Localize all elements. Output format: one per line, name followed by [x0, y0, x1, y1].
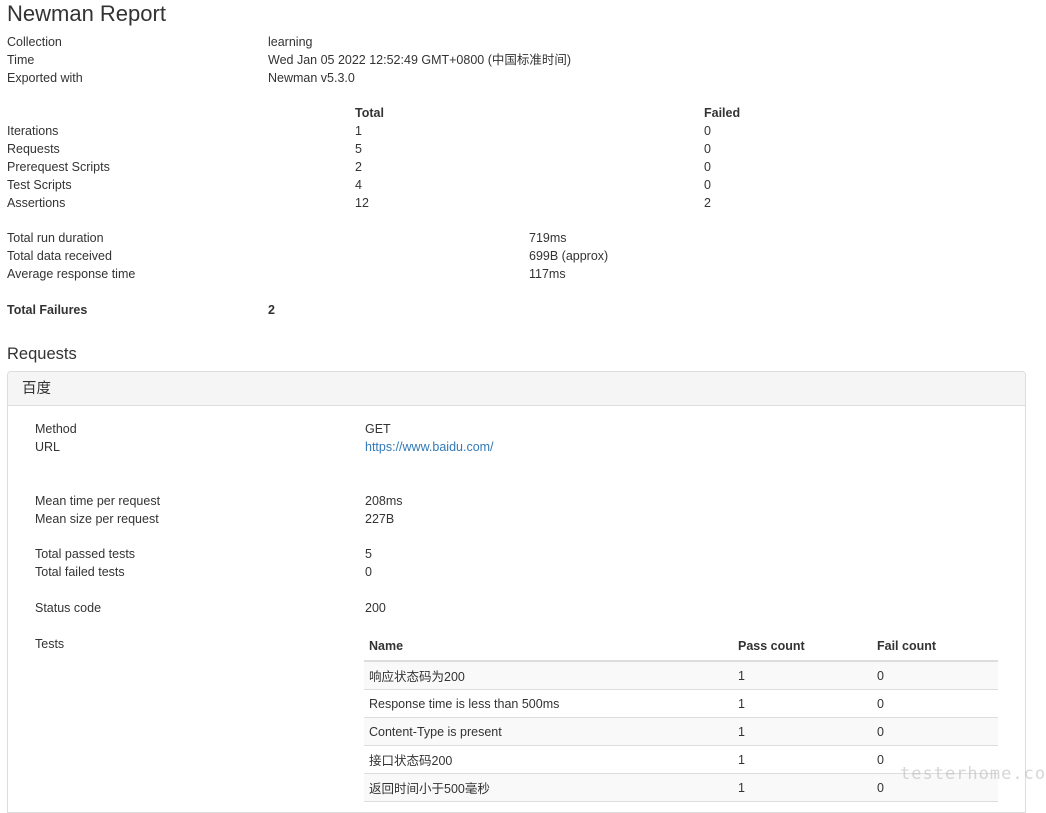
tests-label: Tests: [35, 637, 65, 651]
summary-failed-prerequest: 0: [704, 160, 711, 174]
meta-value-time: Wed Jan 05 2022 12:52:49 GMT+0800 (中国标准时…: [268, 53, 572, 67]
test-pass-count: 1: [733, 717, 872, 746]
test-name: Content-Type is present: [364, 717, 733, 746]
summary-header-total: Total: [355, 106, 384, 120]
timing-value-avg: 117ms: [529, 267, 566, 281]
summary-failed-assertions: 2: [704, 196, 711, 210]
meta-label-collection: Collection: [7, 35, 62, 49]
timing-label-avg: Average response time: [7, 267, 136, 281]
test-pass-count: 1: [733, 745, 872, 774]
request-panel-heading[interactable]: 百度: [8, 372, 1025, 406]
test-pass-count: 1: [733, 661, 872, 690]
request-panel: 百度 Method GET URL https://www.baidu.com/…: [7, 371, 1026, 813]
table-row: Content-Type is present 1 0: [364, 717, 998, 746]
test-fail-count: 0: [872, 689, 998, 718]
test-pass-count: 1: [733, 689, 872, 718]
total-failures-value: 2: [268, 303, 275, 317]
summary-label-test-scripts: Test Scripts: [7, 178, 72, 192]
status-code-value: 200: [365, 601, 386, 615]
meta-value-exported: Newman v5.3.0: [268, 71, 355, 85]
meta-value-collection: learning: [268, 35, 313, 49]
total-failures-label: Total Failures: [7, 303, 88, 317]
mean-time-label: Mean time per request: [35, 494, 161, 508]
watermark: testerhome.com: [900, 764, 1046, 784]
test-name: Response time is less than 500ms: [364, 689, 733, 718]
summary-total-requests: 5: [355, 142, 362, 156]
mean-size-value: 227B: [365, 512, 395, 526]
test-name: 接口状态码200: [364, 745, 733, 774]
request-method-value: GET: [365, 422, 391, 436]
meta-label-time: Time: [7, 53, 35, 67]
test-fail-count: 0: [872, 717, 998, 746]
timing-value-data: 699B (approx): [529, 249, 609, 263]
test-name: 响应状态码为200: [364, 661, 733, 690]
summary-failed-test-scripts: 0: [704, 178, 711, 192]
failed-tests-value: 0: [365, 565, 372, 579]
tests-header-fail: Fail count: [872, 631, 998, 662]
page-title: Newman Report: [7, 1, 166, 26]
test-pass-count: 1: [733, 773, 872, 802]
summary-total-assertions: 12: [355, 196, 369, 210]
summary-label-requests: Requests: [7, 142, 60, 156]
test-fail-count: 0: [872, 661, 998, 690]
summary-label-iterations: Iterations: [7, 124, 59, 138]
summary-label-prerequest: Prerequest Scripts: [7, 160, 110, 174]
test-name: 返回时间小于500毫秒: [364, 773, 733, 802]
meta-label-exported: Exported with: [7, 71, 83, 85]
timing-value-duration: 719ms: [529, 231, 567, 245]
table-row: Response time is less than 500ms 1 0: [364, 689, 998, 718]
status-code-label: Status code: [35, 601, 102, 615]
summary-header-failed: Failed: [704, 106, 741, 120]
request-url-link[interactable]: https://www.baidu.com/: [365, 440, 494, 454]
tests-header-name: Name: [364, 631, 733, 662]
tests-table-header: Name Pass count Fail count: [364, 631, 998, 662]
passed-tests-value: 5: [365, 547, 372, 561]
mean-time-value: 208ms: [365, 494, 403, 508]
timing-label-data: Total data received: [7, 249, 112, 263]
request-url-label: URL: [35, 440, 61, 454]
summary-failed-requests: 0: [704, 142, 711, 156]
passed-tests-label: Total passed tests: [35, 547, 136, 561]
tests-header-pass: Pass count: [733, 631, 872, 662]
summary-total-test-scripts: 4: [355, 178, 362, 192]
summary-total-prerequest: 2: [355, 160, 362, 174]
summary-failed-iterations: 0: [704, 124, 711, 138]
summary-total-iterations: 1: [355, 124, 362, 138]
table-row: 响应状态码为200 1 0: [364, 661, 998, 690]
failed-tests-label: Total failed tests: [35, 565, 125, 579]
timing-label-duration: Total run duration: [7, 231, 104, 245]
mean-size-label: Mean size per request: [35, 512, 159, 526]
request-method-label: Method: [35, 422, 77, 436]
requests-section-title: Requests: [7, 345, 77, 363]
summary-label-assertions: Assertions: [7, 196, 66, 210]
